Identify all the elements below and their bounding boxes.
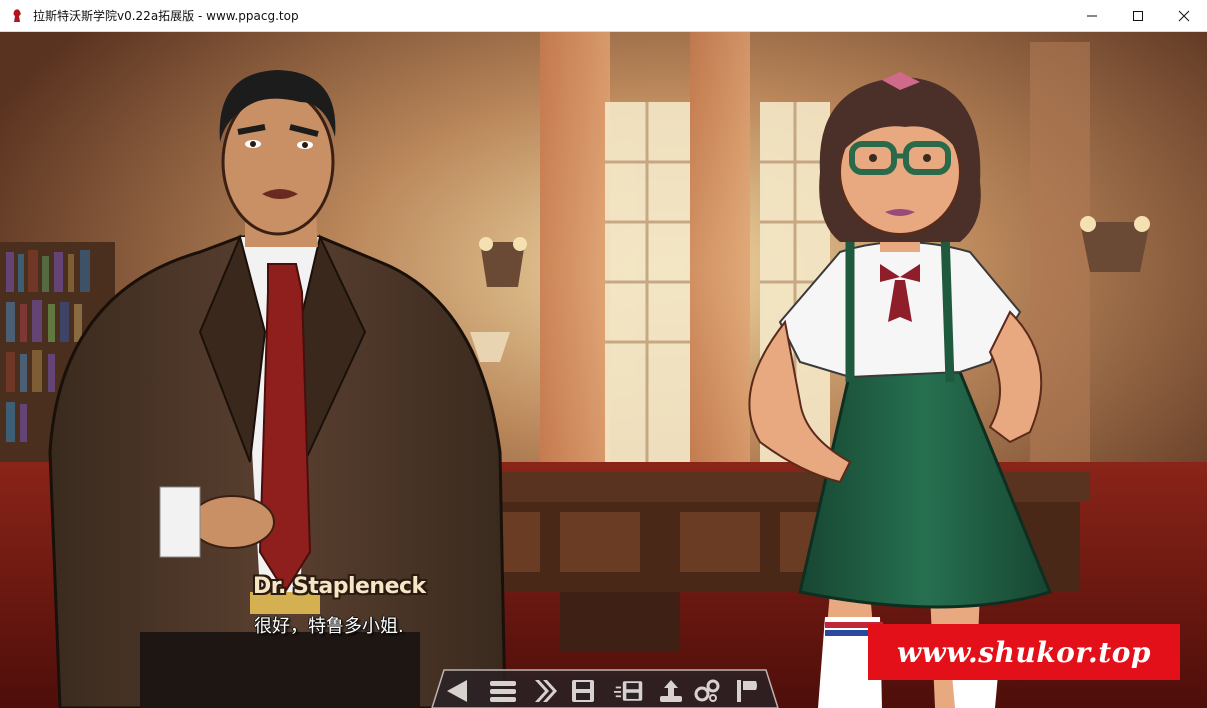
dialogue-text: 很好，特鲁多小姐. <box>254 616 404 637</box>
minimize-button[interactable] <box>1069 0 1115 32</box>
maximize-icon <box>1133 11 1143 21</box>
speaker-name: Dr. Stapleneck <box>253 574 426 599</box>
close-button[interactable] <box>1161 0 1207 32</box>
skip-icon <box>535 680 557 702</box>
skip-button[interactable] <box>530 676 560 706</box>
save-button[interactable] <box>568 676 598 706</box>
maximize-button[interactable] <box>1115 0 1161 32</box>
back-arrow-icon <box>447 680 467 702</box>
watermark-banner: www.shukor.top <box>868 624 1180 680</box>
back-button[interactable] <box>442 676 472 706</box>
window-controls <box>1069 0 1207 32</box>
window-titlebar: 拉斯特沃斯学院v0.22a拓展版 - www.ppacg.top <box>0 0 1207 32</box>
save-icon <box>572 680 594 702</box>
quick-menu <box>430 668 780 708</box>
preferences-button[interactable] <box>692 676 722 706</box>
history-icon <box>490 681 516 702</box>
close-icon <box>1178 10 1190 22</box>
gears-icon <box>694 679 720 702</box>
flag-icon <box>737 680 757 702</box>
load-icon <box>660 680 682 702</box>
quick-menu-frame <box>431 669 779 708</box>
quick-save-icon <box>614 681 643 701</box>
scene-background <box>0 32 1207 708</box>
quick-load-button[interactable] <box>656 676 686 706</box>
watermark-text: www.shukor.top <box>897 635 1151 669</box>
minimize-icon <box>1087 15 1097 17</box>
auto-button[interactable] <box>732 676 762 706</box>
window-title: 拉斯特沃斯学院v0.22a拓展版 - www.ppacg.top <box>33 9 299 23</box>
game-viewport[interactable]: Dr. Stapleneck 很好，特鲁多小姐. www.shukor.top <box>0 32 1207 708</box>
app-icon <box>13 8 21 22</box>
history-button[interactable] <box>488 676 518 706</box>
quick-save-button[interactable] <box>614 676 644 706</box>
